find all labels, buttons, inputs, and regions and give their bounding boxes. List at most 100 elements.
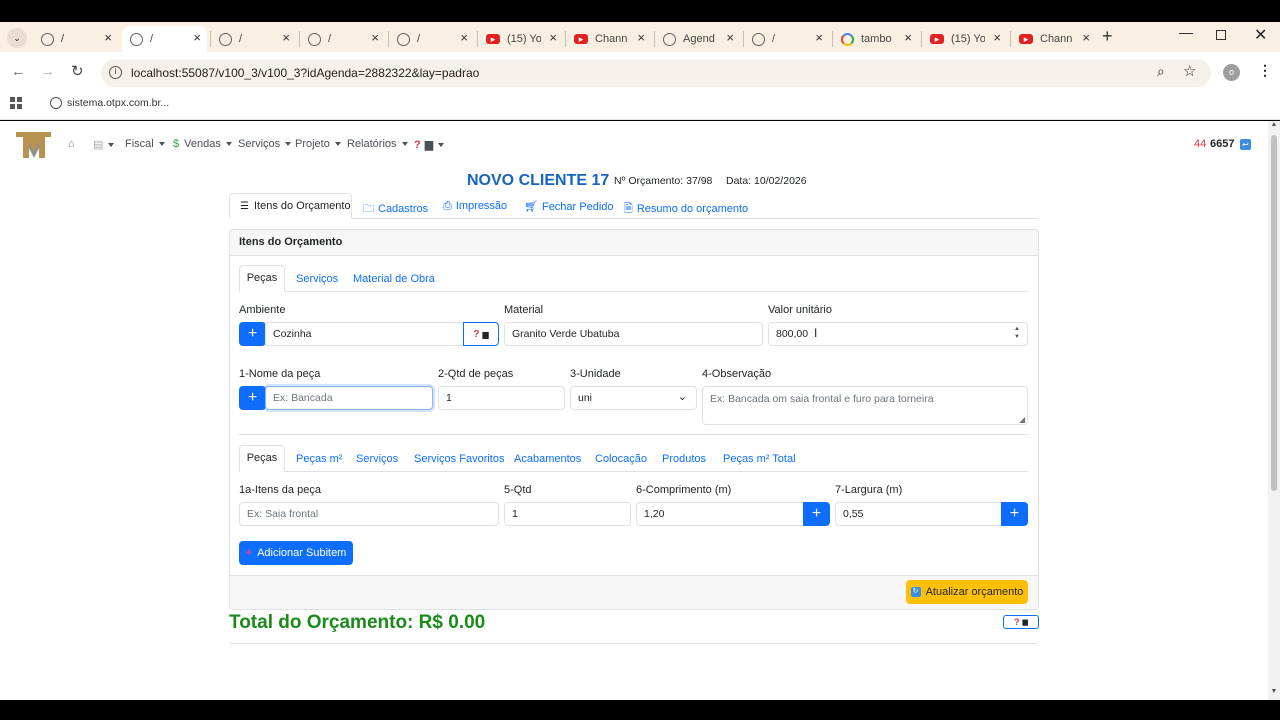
- browser-tab-title: /: [772, 33, 776, 45]
- nav-vendas[interactable]: $ Vendas: [173, 138, 232, 150]
- qtd-pecas-input[interactable]: 1: [438, 386, 565, 410]
- itemtab-acabamentos[interactable]: Acabamentos: [514, 453, 581, 465]
- browser-tab[interactable]: / ×: [744, 26, 829, 52]
- globe-icon: [41, 32, 54, 46]
- subtab-pecas[interactable]: Peças: [239, 265, 285, 292]
- itemtab-pecas-m2-total[interactable]: Peças m² Total: [723, 453, 796, 465]
- material-input[interactable]: Granito Verde Ubatuba: [504, 322, 763, 346]
- reload-icon[interactable]: ↻: [71, 62, 84, 80]
- url-bar[interactable]: i localhost:55087/v100_3/v100_3?idAgenda…: [101, 59, 1211, 87]
- sub-qtd-input[interactable]: 1: [504, 502, 631, 526]
- restore-icon[interactable]: [1216, 30, 1226, 40]
- largura-input[interactable]: 0,55: [835, 502, 1002, 526]
- refresh-counter-icon[interactable]: ↩: [1240, 139, 1251, 150]
- itens-peca-input[interactable]: Ex: Saia frontal: [239, 502, 499, 526]
- tab-cadastros[interactable]: 🗀 Cadastros: [363, 200, 428, 219]
- itemtab-colocacao[interactable]: Colocação: [595, 453, 647, 465]
- itemtab-servicos[interactable]: Serviços: [356, 453, 398, 465]
- itemtab-pecas-m2[interactable]: Peças m²: [296, 453, 342, 465]
- valor-unitario-input[interactable]: 800,00 I ▲ ▼: [768, 322, 1028, 346]
- forward-icon[interactable]: →: [40, 63, 55, 80]
- browser-tab[interactable]: ▸ (15) Yo ×: [478, 26, 563, 52]
- browser-tab[interactable]: Agend ×: [655, 26, 740, 52]
- tab-fechar-pedido[interactable]: 🛒︎ Fechar Pedido: [524, 200, 614, 213]
- app-logo[interactable]: [15, 130, 52, 159]
- scroll-down-icon[interactable]: ▼: [1268, 688, 1280, 700]
- close-tab-icon[interactable]: ×: [460, 30, 468, 45]
- itemtab-produtos[interactable]: Produtos: [662, 453, 706, 465]
- home-icon[interactable]: ⌂: [68, 138, 75, 150]
- close-tab-icon[interactable]: ×: [371, 30, 379, 45]
- close-tab-icon[interactable]: ×: [282, 30, 290, 45]
- unidade-select[interactable]: uni ⌄: [570, 386, 697, 410]
- back-icon[interactable]: ←: [11, 63, 26, 80]
- url-text[interactable]: localhost:55087/v100_3/v100_3?idAgenda=2…: [131, 66, 479, 80]
- subtab-servicos[interactable]: Serviços: [296, 273, 338, 285]
- close-tab-icon[interactable]: ×: [815, 30, 823, 45]
- browser-tab[interactable]: ▸ Chann ×: [1011, 26, 1096, 52]
- close-tab-icon[interactable]: ×: [549, 30, 557, 45]
- new-tab-icon[interactable]: +: [1102, 26, 1113, 47]
- close-tab-icon[interactable]: ×: [993, 30, 1001, 45]
- close-tab-icon[interactable]: ×: [193, 30, 201, 45]
- documents-menu-icon[interactable]: ▤: [93, 138, 114, 151]
- total-orcamento: Total do Orçamento: R$ 0.00: [229, 612, 486, 633]
- total-help-button[interactable]: ? ▆: [1003, 615, 1039, 629]
- browser-tab[interactable]: / ×: [300, 26, 385, 52]
- card-header: [230, 230, 1038, 256]
- comprimento-input[interactable]: 1,20: [636, 502, 804, 526]
- close-tab-icon[interactable]: ×: [904, 30, 912, 45]
- nav-fiscal[interactable]: Fiscal: [125, 138, 165, 150]
- help-video-menu[interactable]: ? ▆: [414, 138, 444, 152]
- itemtab-servicos-favoritos[interactable]: Serviços Favoritos: [414, 453, 504, 465]
- bookmark-item[interactable]: sistema.otpx.com.br...: [67, 97, 169, 109]
- subtab-material-obra[interactable]: Material de Obra: [353, 273, 435, 285]
- browser-tab[interactable]: ▸ Chann ×: [566, 26, 651, 52]
- tab-impressao[interactable]: ⎙ Impressão: [443, 200, 507, 213]
- add-nome-peca-button[interactable]: +: [239, 386, 266, 410]
- profile-avatar[interactable]: o: [1223, 64, 1240, 81]
- largura-label: 7-Largura (m): [835, 484, 903, 496]
- close-tab-icon[interactable]: ×: [104, 30, 112, 45]
- close-window-icon[interactable]: ✕: [1254, 25, 1267, 45]
- browser-tab[interactable]: tambo ×: [833, 26, 918, 52]
- add-subitem-button[interactable]: + Adicionar Subitem: [239, 541, 353, 565]
- close-tab-icon[interactable]: ×: [1082, 30, 1090, 45]
- browser-tab[interactable]: / ×: [389, 26, 474, 52]
- itemtab-pecas-label: Peças: [246, 452, 278, 464]
- close-tab-icon[interactable]: ×: [637, 30, 645, 45]
- nome-peca-label: 1-Nome da peça: [239, 368, 321, 380]
- nav-servicos[interactable]: Serviços: [238, 138, 291, 150]
- tab-resumo[interactable]: 🗎 Resumo do orçamento: [624, 200, 748, 219]
- add-largura-button[interactable]: +: [1001, 502, 1028, 526]
- chevron-down-icon: ⌄: [677, 391, 687, 403]
- scroll-up-icon[interactable]: ▲: [1268, 121, 1280, 133]
- bookmark-star-icon[interactable]: ☆: [1183, 62, 1196, 80]
- minimize-icon[interactable]: —: [1179, 24, 1193, 40]
- resize-handle-icon[interactable]: ◢: [1019, 415, 1025, 424]
- observacao-textarea[interactable]: Ex: Bancada om saia frontal e furo para …: [702, 386, 1028, 425]
- add-comprimento-button[interactable]: +: [803, 502, 830, 526]
- tab-itens-orcamento[interactable]: ☰ Itens do Orçamento: [229, 193, 352, 219]
- browser-menu-icon[interactable]: ⋮: [1258, 62, 1272, 79]
- close-tab-icon[interactable]: ×: [726, 30, 734, 45]
- browser-tab[interactable]: ▸ (15) Yo ×: [922, 26, 1007, 52]
- zoom-icon[interactable]: ⌕: [1157, 63, 1165, 80]
- add-ambiente-button[interactable]: +: [239, 322, 266, 346]
- nome-peca-input[interactable]: Ex: Bancada: [265, 386, 433, 410]
- page-scrollbar[interactable]: [1268, 121, 1280, 700]
- ambiente-input[interactable]: Cozinha: [265, 322, 464, 346]
- browser-tab[interactable]: / ×: [211, 26, 296, 52]
- browser-tab[interactable]: / ×: [122, 26, 207, 52]
- number-spinner[interactable]: ▲ ▼: [1014, 325, 1020, 341]
- site-info-icon[interactable]: i: [109, 66, 122, 79]
- nav-projeto[interactable]: Projeto: [295, 138, 341, 150]
- itemtab-pecas[interactable]: Peças: [239, 445, 285, 472]
- apps-grid-icon[interactable]: [10, 97, 22, 109]
- browser-tab[interactable]: / ×: [33, 26, 118, 52]
- tab-search-icon[interactable]: ⌄: [7, 28, 27, 48]
- ambiente-help-button[interactable]: ? ▆: [463, 322, 499, 346]
- nav-relatorios[interactable]: Relatórios: [347, 138, 408, 150]
- update-orcamento-button[interactable]: ↻ Atualizar orçamento: [906, 580, 1028, 604]
- list-icon: ☰: [240, 200, 249, 212]
